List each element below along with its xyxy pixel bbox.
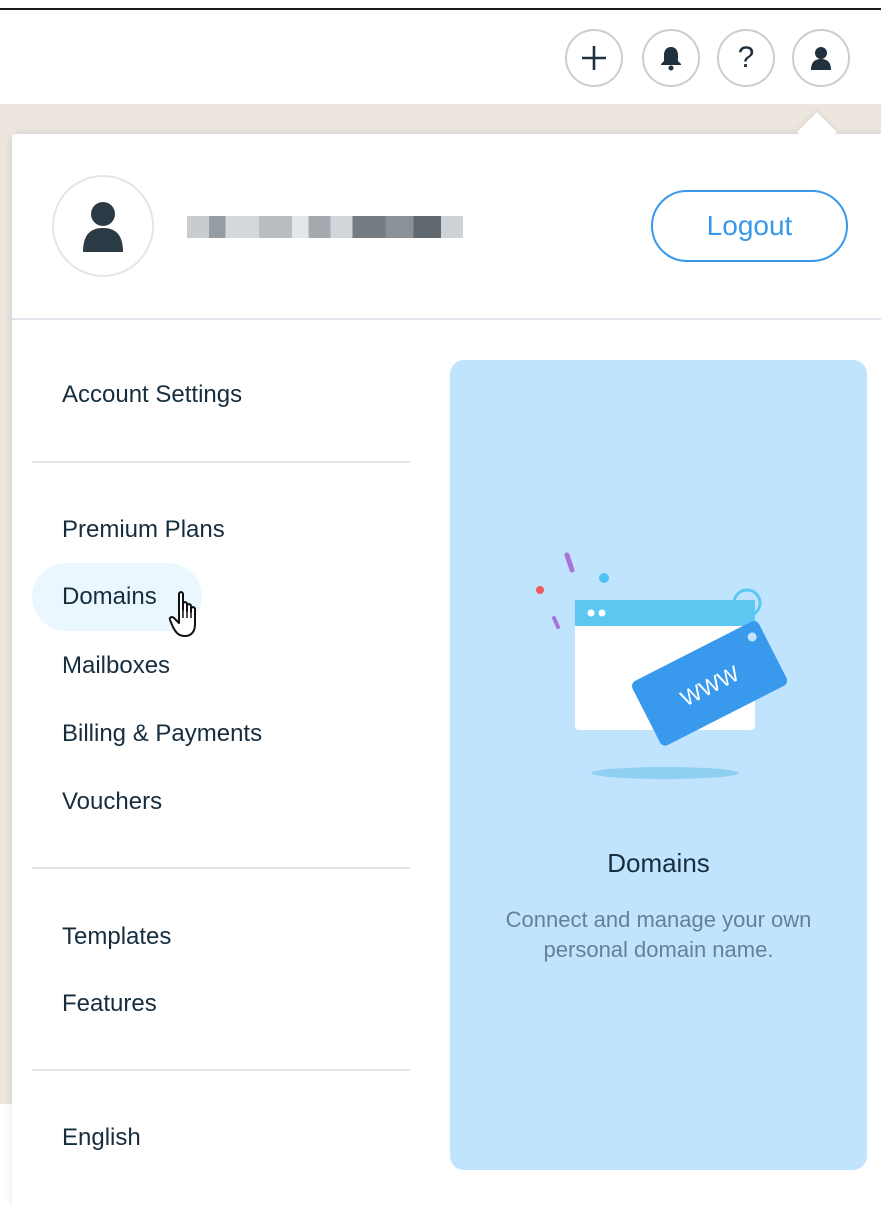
help-icon: ? <box>737 41 755 74</box>
user-icon <box>811 47 831 70</box>
menu-item-account-settings[interactable]: Account Settings <box>62 380 242 410</box>
window-top-edge <box>0 0 881 10</box>
confetti-shape <box>564 552 575 573</box>
illustration-shadow <box>591 767 739 779</box>
account-button[interactable] <box>792 29 850 87</box>
menu-item-templates[interactable]: Templates <box>62 922 171 952</box>
confetti-shape <box>552 616 560 629</box>
section-divider <box>32 461 410 463</box>
menu-item-language[interactable]: English <box>62 1123 141 1153</box>
page-background <box>0 104 881 134</box>
user-avatar-icon <box>83 202 123 252</box>
plus-icon <box>582 46 606 70</box>
username-redacted <box>187 216 463 238</box>
menu-item-features[interactable]: Features <box>62 989 157 1019</box>
add-button[interactable] <box>565 29 623 87</box>
promo-title: Domains <box>607 848 710 878</box>
section-divider <box>32 867 410 869</box>
help-button[interactable]: ? <box>717 29 775 87</box>
menu-item-billing-payments[interactable]: Billing & Payments <box>62 719 262 749</box>
confetti-shape <box>599 573 609 583</box>
menu-item-domains[interactable]: Domains <box>62 582 157 612</box>
menu-item-mailboxes[interactable]: Mailboxes <box>62 651 170 681</box>
browser-dot <box>598 609 606 617</box>
bell-icon <box>661 47 681 71</box>
domains-illustration: WWW <box>536 552 788 779</box>
notifications-button[interactable] <box>642 29 700 87</box>
logout-button[interactable]: Logout <box>651 190 848 262</box>
section-divider <box>32 1069 410 1071</box>
menu-item-vouchers[interactable]: Vouchers <box>62 787 162 817</box>
header-divider <box>12 318 881 320</box>
avatar[interactable] <box>52 175 154 277</box>
confetti-shape <box>536 586 544 594</box>
promo-description: Connect and manage your own personal dom… <box>505 907 812 962</box>
menu-item-premium-plans[interactable]: Premium Plans <box>62 515 225 545</box>
hand-cursor-icon <box>168 591 196 637</box>
browser-dot <box>587 609 595 617</box>
page-background-edge <box>0 104 12 1104</box>
